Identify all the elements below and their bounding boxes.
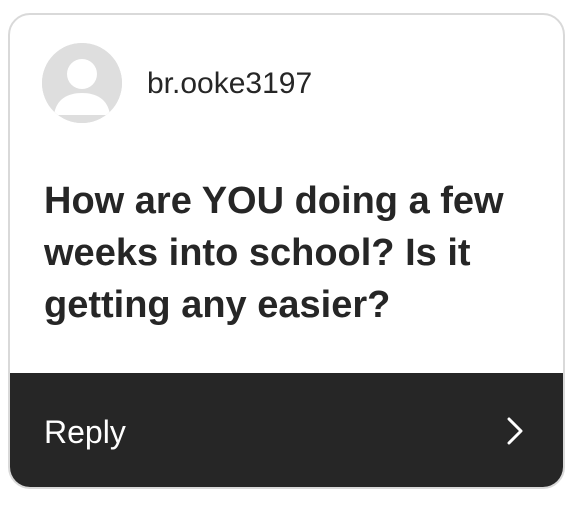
reply-label: Reply [44,414,126,450]
question-text: How are YOU doing a few weeks into schoo… [44,180,504,326]
chevron-right-icon [507,417,523,445]
card-header: br.ooke3197 [10,15,563,155]
question-card: br.ooke3197 How are YOU doing a few week… [8,13,565,489]
username: br.ooke3197 [147,67,313,100]
default-user-avatar-icon [42,43,122,123]
reply-button[interactable]: Reply [10,373,563,487]
avatar [42,43,122,123]
